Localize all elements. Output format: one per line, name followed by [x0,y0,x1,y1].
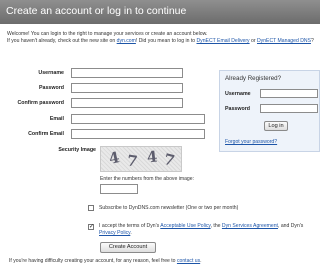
password-label: Password [38,85,64,91]
terms-checkbox[interactable] [88,223,94,230]
privacy-policy-link[interactable]: Privacy Policy [99,230,130,236]
footer-text-segment: If you're having difficulty creating you… [9,258,177,264]
email-field[interactable] [71,114,205,124]
security-image-label: Security Image [58,147,96,153]
login-password-field[interactable] [260,104,318,113]
email-label: Email [49,116,64,122]
page-title: Create an account or log in to continue [6,5,187,17]
confirm-password-field[interactable] [71,98,183,108]
login-panel-title: Already Registered? [225,75,282,82]
email-delivery-link[interactable]: DynECT Email Delivery [196,38,249,44]
create-account-button[interactable]: Create Account [100,242,156,253]
newsletter-checkbox[interactable] [88,205,94,211]
intro-text-segment: ! Did you mean to log in to [135,38,197,44]
username-label: Username [38,70,64,76]
password-field[interactable] [71,83,183,93]
captcha-digit: 4 [146,147,159,167]
captcha-image: 4 7 4 7 [100,146,182,172]
intro-text-segment: ? [310,38,314,44]
intro-line-1: Welcome! You can login to the right to m… [7,31,208,37]
terms-text: I accept the terms of Dyn's Acceptable U… [99,223,303,237]
intro-text-segment: or [249,38,257,44]
username-field[interactable] [71,68,183,78]
captcha-digit: 4 [107,148,122,168]
captcha-instruction: Enter the numbers from the above image: [100,176,195,182]
confirm-email-label: Confirm Email [28,131,64,137]
login-panel: Already Registered? Username Password Lo… [219,70,320,152]
terms-text-segment: , the [210,223,222,229]
terms-text-segment: . [130,230,132,236]
contact-us-link[interactable]: contact us [177,258,200,264]
intro-text-segment: If you haven't already, check out the ne… [7,38,117,44]
acceptable-use-link[interactable]: Acceptable Use Policy [160,223,210,229]
terms-text-segment: I accept the terms of Dyn's [99,223,161,229]
forgot-password-link[interactable]: Forgot your password? [225,139,277,145]
intro-text: Welcome! You can login to the right to m… [7,31,315,45]
captcha-digit: 7 [125,151,139,171]
login-username-field[interactable] [260,89,318,98]
footer-text-segment: . [200,258,202,264]
page-header: Create an account or log in to continue [0,0,320,24]
intro-line-2: If you haven't already, check out the ne… [7,38,315,45]
terms-text-segment: , and Dyn's [277,223,304,229]
services-agreement-link[interactable]: Dyn Services Agreement [222,223,278,229]
managed-dns-link[interactable]: DynECT Managed DNS [257,38,311,44]
captcha-input[interactable] [100,184,138,194]
newsletter-label: Subscribe to DynDNS.com newsletter (One … [99,205,239,211]
login-password-label: Password [225,106,251,112]
captcha-digit: 7 [161,150,177,170]
confirm-email-field[interactable] [71,129,205,139]
login-username-label: Username [225,91,251,97]
login-button[interactable]: Log in [264,121,288,131]
dyn-com-link[interactable]: dyn.com [117,38,136,44]
confirm-password-label: Confirm password [17,100,64,106]
footer-text: If you're having difficulty creating you… [9,258,202,264]
